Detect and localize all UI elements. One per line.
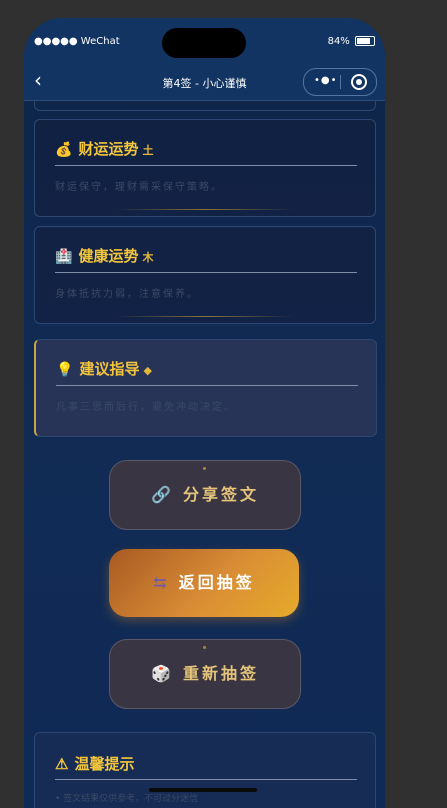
home-indicator: [149, 788, 257, 792]
redraw-button[interactable]: 🎲 重新抽签: [109, 639, 301, 709]
card-glow: [115, 316, 295, 317]
wealth-card-desc: 财运保守，理财需采保守策略。: [55, 182, 223, 193]
wealth-card-title: 💰 财运运势土: [55, 140, 154, 158]
redraw-button-label: 重新抽签: [182, 664, 259, 683]
hospital-icon: 🏥: [55, 249, 73, 265]
lightbulb-icon: 💡: [56, 362, 74, 378]
share-button-label: 分享签文: [182, 485, 259, 504]
tips-text: • 签文结果仅供参考，不可过分迷信: [55, 794, 199, 804]
phone-screen: ●●●●● WeChat 84% ‹ 第4签 - 小心谨慎 •●• 💰 财运运势土…: [24, 18, 385, 808]
mini-program-capsule: •●•: [303, 68, 377, 96]
nav-bar: ‹ 第4签 - 小心谨慎 •●•: [24, 64, 385, 101]
close-icon[interactable]: [351, 74, 367, 90]
divider: [55, 272, 357, 273]
advice-card-title: 💡 建议指导 ◆: [56, 360, 152, 378]
advice-card-desc: 凡事三思而后行，避免冲动决定。: [56, 402, 236, 413]
previous-card-edge: [34, 100, 376, 111]
divider: [55, 165, 357, 166]
button-dot: [203, 467, 206, 470]
wealth-card: 💰 财运运势土 财运保守，理财需采保守策略。: [34, 119, 376, 217]
battery-indicator: 84%: [328, 36, 375, 47]
dice-icon: 🎲: [151, 664, 171, 683]
divider: [56, 385, 358, 386]
divider: [55, 779, 357, 780]
money-bag-icon: 💰: [55, 142, 73, 158]
health-card-title: 🏥 健康运势木: [55, 247, 154, 265]
element-tag: 土: [142, 144, 154, 157]
diamond-icon: ◆: [143, 364, 152, 377]
button-dot: [203, 646, 206, 649]
health-card: 🏥 健康运势木 身体抵抗力弱，注意保养。: [34, 226, 376, 324]
more-icon[interactable]: •●•: [314, 75, 338, 86]
link-icon: 🔗: [151, 485, 171, 504]
element-tag: 木: [142, 251, 154, 264]
tips-title: ⚠ 温馨提示: [55, 755, 135, 773]
signal-indicator: ●●●●● WeChat: [34, 36, 120, 47]
tips-card: ⚠ 温馨提示 • 签文结果仅供参考，不可过分迷信: [34, 732, 376, 808]
back-to-draw-label: 返回抽签: [178, 573, 255, 592]
capsule-divider: [340, 75, 341, 89]
card-glow: [115, 209, 295, 210]
warning-icon: ⚠: [55, 755, 69, 773]
camera-notch: [162, 28, 246, 58]
share-button[interactable]: 🔗 分享签文: [109, 460, 301, 530]
swap-arrows-icon: ⇆: [153, 573, 167, 592]
back-to-draw-button[interactable]: ⇆ 返回抽签: [109, 549, 299, 617]
advice-card: 💡 建议指导 ◆ 凡事三思而后行，避免冲动决定。: [34, 339, 377, 437]
battery-icon: [355, 36, 375, 46]
health-card-desc: 身体抵抗力弱，注意保养。: [55, 289, 199, 300]
